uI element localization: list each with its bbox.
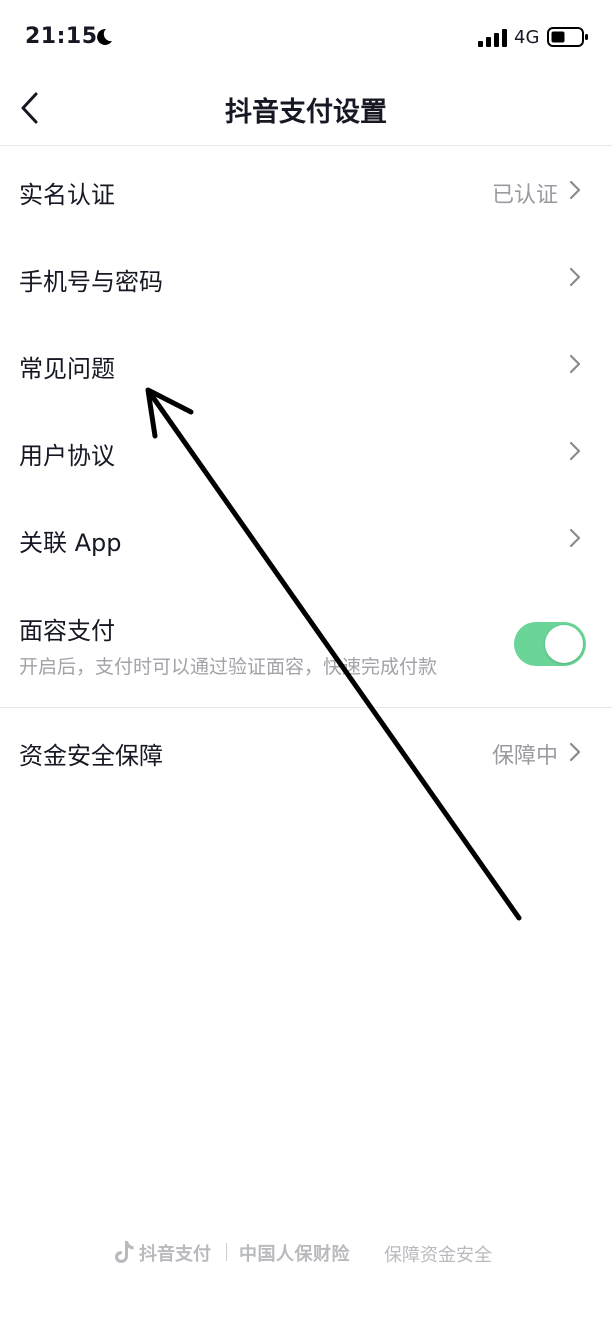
chevron-right-icon	[569, 742, 581, 762]
page-title: 抖音支付设置	[225, 97, 387, 128]
footer-brand: 抖音支付	[139, 1244, 211, 1265]
row-fund-security[interactable]: 资金安全保障 保障中	[0, 708, 612, 795]
signal-icon	[478, 29, 507, 47]
chevron-right-icon	[569, 354, 581, 374]
row-label: 手机号与密码	[19, 268, 163, 296]
chevron-right-icon	[569, 267, 581, 287]
status-time: 21:15	[25, 24, 98, 49]
footer-partner: 中国人保财险	[239, 1244, 350, 1265]
row-label: 关联 App	[19, 529, 122, 557]
row-user-agreement[interactable]: 用户协议	[0, 407, 612, 494]
chevron-right-icon	[569, 528, 581, 548]
battery-icon	[547, 27, 588, 47]
row-real-name[interactable]: 实名认证 已认证	[0, 146, 612, 233]
chevron-right-icon	[569, 180, 581, 200]
footer-slogan: 保障资金安全	[384, 1245, 492, 1266]
moon-icon	[97, 28, 112, 45]
row-label: 资金安全保障	[19, 742, 163, 770]
footer: 抖音支付 中国人保财险 保障资金安全	[0, 1236, 612, 1268]
row-label: 用户协议	[19, 442, 115, 470]
row-linked-app[interactable]: 关联 App	[0, 494, 612, 581]
row-label: 常见问题	[19, 355, 115, 383]
toggle-knob	[545, 625, 583, 663]
face-pay-toggle[interactable]	[514, 622, 586, 666]
row-label: 面容支付	[19, 617, 115, 645]
douyin-logo-icon	[115, 1241, 134, 1263]
header: 抖音支付设置	[0, 72, 612, 146]
row-label: 实名认证	[19, 181, 115, 209]
row-value: 保障中	[491, 744, 558, 769]
row-value: 已认证	[491, 183, 558, 208]
footer-separator	[226, 1243, 227, 1261]
status-bar: 21:15 4G	[0, 0, 612, 72]
chevron-right-icon	[569, 441, 581, 461]
row-faq[interactable]: 常见问题	[0, 320, 612, 407]
row-phone-password[interactable]: 手机号与密码	[0, 233, 612, 320]
face-pay-description: 开启后，支付时可以通过验证面容，快速完成付款	[19, 656, 438, 678]
network-type: 4G	[514, 27, 540, 48]
